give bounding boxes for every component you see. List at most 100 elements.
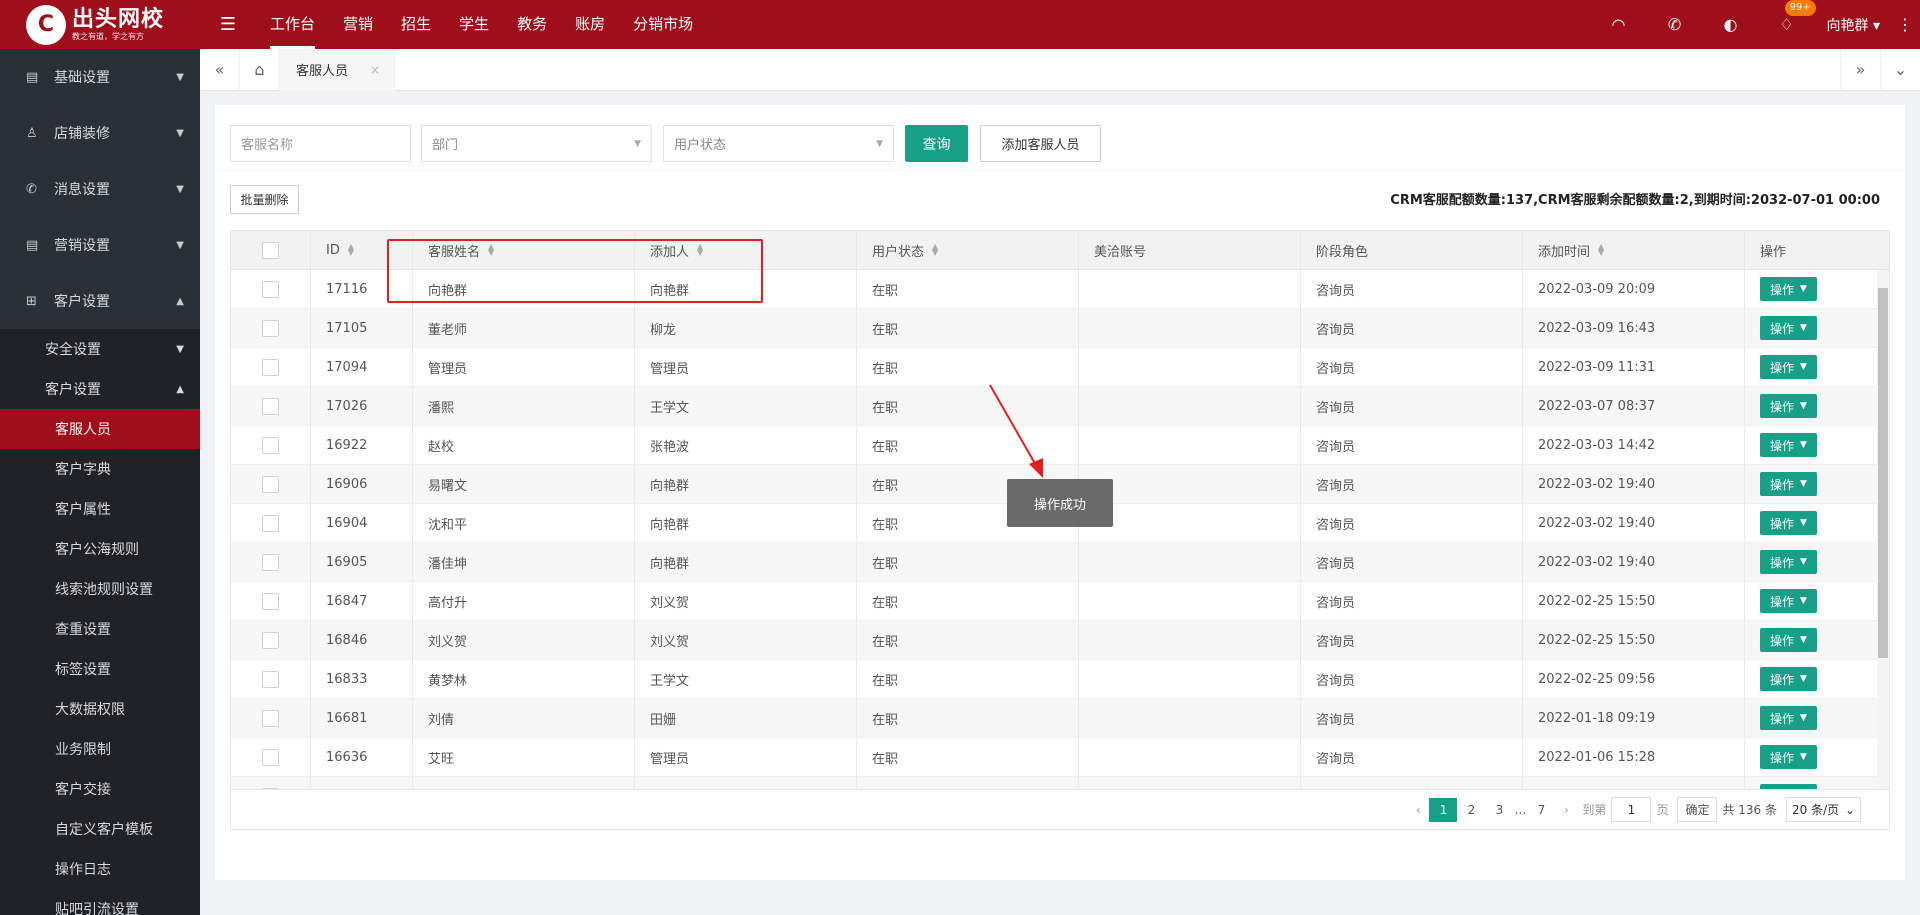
table-row[interactable]: 17116 向艳群 向艳群 在职 咨询员 2022-03-09 20:09 操作 ▼ <box>231 270 1889 309</box>
table-row[interactable]: 16905 潘佳坤 向艳群 在职 咨询员 2022-03-02 19:40 操作 ▼ <box>231 543 1889 582</box>
row-checkbox[interactable] <box>262 319 279 337</box>
sidebar-item-tag-settings[interactable]: 标签设置 <box>0 649 200 689</box>
page-button-last[interactable]: 7 <box>1527 798 1555 822</box>
table-row[interactable]: 16636 艾旺 管理员 在职 咨询员 2022-01-06 15:28 操作 ▼ <box>231 738 1889 777</box>
page-size-select[interactable]: 20 条/页 ⌄ <box>1786 797 1861 822</box>
sidebar-subgroup-security[interactable]: 安全设置 ▼ <box>0 329 200 369</box>
row-action-button[interactable]: 操作 ▼ <box>1760 433 1817 457</box>
next-page-icon[interactable]: › <box>1555 803 1577 817</box>
user-menu[interactable]: 向艳群 ▾ <box>1815 15 1890 35</box>
table-row[interactable]: 16846 刘义贺 刘义贺 在职 咨询员 2022-02-25 15:50 操作 ▼ <box>231 621 1889 660</box>
row-action-button[interactable]: 操作 ▼ <box>1760 355 1817 379</box>
table-row[interactable]: 16833 黄梦林 王学文 在职 咨询员 2022-02-25 09:56 操作 ▼ <box>231 660 1889 699</box>
tab-service-staff[interactable]: 客服人员 × <box>280 48 396 91</box>
sidebar-item-custom-template[interactable]: 自定义客户模板 <box>0 809 200 849</box>
row-checkbox[interactable] <box>262 748 279 766</box>
sidebar-item-service-staff[interactable]: 客服人员 <box>0 409 200 449</box>
row-checkbox[interactable] <box>262 514 279 532</box>
topnav-item-academic[interactable]: 教务 <box>503 0 561 49</box>
double-chevron-right-icon[interactable]: » <box>1840 48 1880 91</box>
goto-page-input[interactable]: 1 <box>1611 797 1652 822</box>
row-action-button[interactable]: 操作 ▼ <box>1760 589 1817 613</box>
topnav-item-finance[interactable]: 账房 <box>561 0 619 49</box>
row-checkbox[interactable] <box>262 436 279 454</box>
topnav-item-marketing[interactable]: 营销 <box>329 0 387 49</box>
header-user-status[interactable]: 用户状态 ▲ ▼ <box>857 231 1079 269</box>
scroll-thumb[interactable] <box>1878 288 1888 658</box>
topnav-item-students[interactable]: 学生 <box>445 0 503 49</box>
sort-icon[interactable]: ▲ ▼ <box>932 243 938 257</box>
row-checkbox[interactable] <box>262 592 279 610</box>
row-action-button[interactable]: 操作 ▼ <box>1760 628 1817 652</box>
sidebar-item-dedupe-settings[interactable]: 查重设置 <box>0 609 200 649</box>
more-vertical-icon[interactable]: ⋮ <box>1890 15 1920 34</box>
sidebar-subgroup-customer[interactable]: 客户设置 ▲ <box>0 369 200 409</box>
add-service-staff-button[interactable]: 添加客服人员 <box>980 125 1101 162</box>
search-button[interactable]: 查询 <box>905 125 968 162</box>
table-row[interactable]: 17094 管理员 管理员 在职 咨询员 2022-03-09 11:31 操作 ▼ <box>231 348 1889 387</box>
sidebar-item-public-pool-rules[interactable]: 客户公海规则 <box>0 529 200 569</box>
sort-icon[interactable]: ▲ ▼ <box>697 243 703 257</box>
row-action-button[interactable]: 操作 ▼ <box>1760 277 1817 301</box>
row-action-button[interactable]: 操作 ▼ <box>1760 394 1817 418</box>
table-row[interactable]: 17026 潘熙 王学文 在职 咨询员 2022-03-07 08:37 操作 ▼ <box>231 387 1889 426</box>
row-checkbox[interactable] <box>262 475 279 493</box>
sidebar-item-business-limits[interactable]: 业务限制 <box>0 729 200 769</box>
batch-delete-button[interactable]: 批量删除 <box>230 185 299 214</box>
table-row[interactable]: 16847 高付升 刘义贺 在职 咨询员 2022-02-25 15:50 操作 ▼ <box>231 582 1889 621</box>
page-button-3[interactable]: 3 <box>1485 798 1513 822</box>
row-checkbox[interactable] <box>262 631 279 649</box>
palette-icon[interactable]: ◐ <box>1703 15 1759 34</box>
sort-icon[interactable]: ▲ ▼ <box>1598 243 1604 257</box>
row-checkbox[interactable] <box>262 670 279 688</box>
prev-page-icon[interactable]: ‹ <box>1407 803 1429 817</box>
sidebar-item-operation-log[interactable]: 操作日志 <box>0 849 200 889</box>
close-icon[interactable]: × <box>370 63 380 77</box>
double-chevron-left-icon[interactable]: « <box>200 48 240 91</box>
service-name-input[interactable]: 客服名称 <box>230 125 411 162</box>
user-status-select[interactable]: 用户状态 ▼ <box>663 125 894 162</box>
row-action-button[interactable]: 操作 ▼ <box>1760 745 1817 769</box>
sidebar-group-customer[interactable]: ⊞ 客户设置 ▲ <box>0 273 200 329</box>
sidebar-group-message[interactable]: ✆ 消息设置 ▼ <box>0 161 200 217</box>
row-checkbox[interactable] <box>262 397 279 415</box>
menu-toggle-icon[interactable]: ☰ <box>200 14 256 35</box>
row-action-button[interactable]: 操作 ▼ <box>1760 316 1817 340</box>
sidebar-item-customer-handover[interactable]: 客户交接 <box>0 769 200 809</box>
phone-icon[interactable]: ✆ <box>1647 15 1703 34</box>
row-action-button[interactable]: 操作 ▼ <box>1760 706 1817 730</box>
row-action-button[interactable]: 操作 ▼ <box>1760 472 1817 496</box>
sort-icon[interactable]: ▲ ▼ <box>348 243 354 257</box>
sidebar-item-customer-dictionary[interactable]: 客户字典 <box>0 449 200 489</box>
sidebar-item-lead-pool-rules[interactable]: 线索池规则设置 <box>0 569 200 609</box>
logo[interactable]: C 出头网校 教之有道，学之有方 <box>0 0 200 49</box>
row-action-button[interactable]: 操作 ▼ <box>1760 550 1817 574</box>
chevron-down-icon[interactable]: ⌄ <box>1880 48 1920 91</box>
row-action-button[interactable]: 操作 ▼ <box>1760 511 1817 535</box>
table-row[interactable]: 16922 赵校 张艳波 在职 咨询员 2022-03-03 14:42 操作 ▼ <box>231 426 1889 465</box>
sidebar-item-bigdata-permission[interactable]: 大数据权限 <box>0 689 200 729</box>
topnav-item-distribution[interactable]: 分销市场 <box>619 0 707 49</box>
header-staff-name[interactable]: 客服姓名 ▲ ▼ <box>413 231 635 269</box>
goto-confirm-button[interactable]: 确定 <box>1677 797 1718 822</box>
sidebar-item-customer-attributes[interactable]: 客户属性 <box>0 489 200 529</box>
row-checkbox[interactable] <box>262 358 279 376</box>
page-button-2[interactable]: 2 <box>1457 798 1485 822</box>
table-row[interactable]: 17105 董老师 柳龙 在职 咨询员 2022-03-09 16:43 操作 ▼ <box>231 309 1889 348</box>
row-action-button[interactable]: 操作 ▼ <box>1760 667 1817 691</box>
sidebar-group-marketing[interactable]: ▤ 营销设置 ▼ <box>0 217 200 273</box>
home-icon[interactable]: ⌂ <box>240 48 280 91</box>
table-row[interactable]: 16681 刘倩 田姗 在职 咨询员 2022-01-18 09:19 操作 ▼ <box>231 699 1889 738</box>
page-button-1[interactable]: 1 <box>1429 797 1458 822</box>
row-checkbox[interactable] <box>262 709 279 727</box>
bell-icon[interactable]: ♢ 99+ <box>1759 0 1816 34</box>
header-added-by[interactable]: 添加人 ▲ ▼ <box>635 231 857 269</box>
topnav-item-workbench[interactable]: 工作台 <box>256 0 329 49</box>
headset-icon[interactable]: ◠ <box>1591 15 1647 34</box>
department-select[interactable]: 部门 ▼ <box>421 125 652 162</box>
sidebar-group-store[interactable]: ♙ 店铺装修 ▼ <box>0 105 200 161</box>
sidebar-group-basic[interactable]: ▤ 基础设置 ▼ <box>0 49 200 105</box>
scrollbar[interactable] <box>1877 270 1889 815</box>
header-added-time[interactable]: 添加时间 ▲ ▼ <box>1523 231 1745 269</box>
topnav-item-enrollment[interactable]: 招生 <box>387 0 445 49</box>
